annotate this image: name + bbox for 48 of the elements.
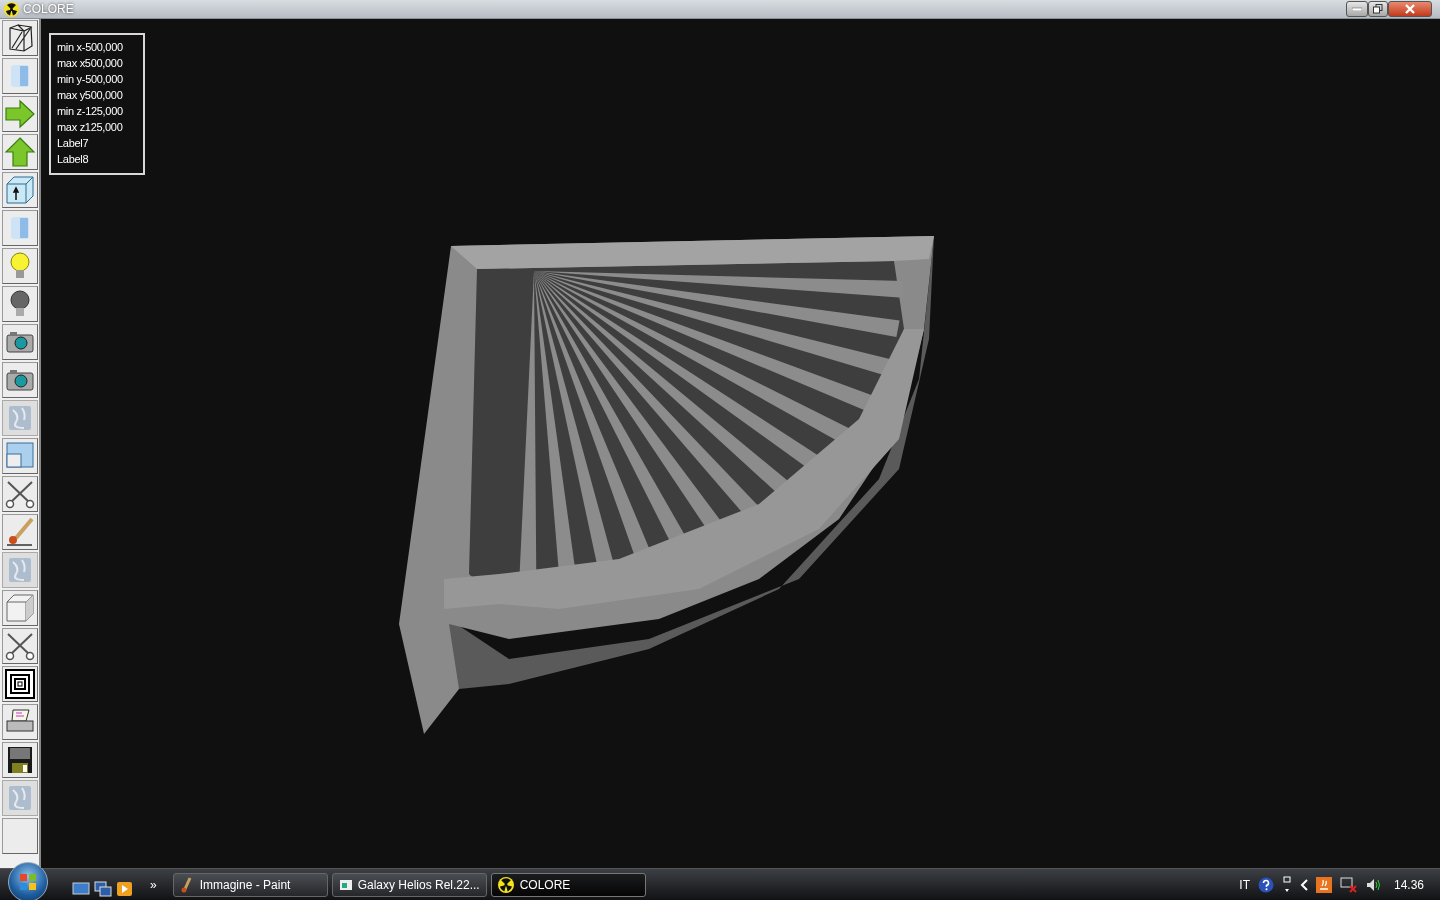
radiation-icon bbox=[497, 876, 514, 893]
taskbar-button[interactable]: Immagine - Paint bbox=[172, 872, 328, 897]
info-line: max z125,000 bbox=[57, 120, 124, 135]
toolbar-button[interactable] bbox=[2, 476, 38, 512]
windows-logo bbox=[18, 872, 38, 893]
minimize-button[interactable] bbox=[1346, 1, 1368, 17]
toolbar-button[interactable] bbox=[2, 172, 38, 208]
java-icon[interactable] bbox=[1315, 876, 1332, 893]
paintbrush-icon bbox=[179, 876, 194, 893]
document-icon bbox=[338, 877, 352, 892]
network-error-icon[interactable] bbox=[1339, 876, 1358, 893]
info-line: min y-500,000 bbox=[57, 72, 124, 87]
close-icon bbox=[1404, 4, 1416, 14]
minimize-icon bbox=[1352, 7, 1362, 11]
toolbar-button[interactable] bbox=[2, 628, 38, 664]
restore-icon bbox=[1373, 4, 1383, 14]
help-icon[interactable] bbox=[1257, 876, 1274, 893]
info-line: Label7 bbox=[57, 136, 90, 151]
cube-icon bbox=[4, 592, 36, 624]
concentric-squares-icon bbox=[4, 668, 36, 700]
info-line: max y500,000 bbox=[57, 88, 124, 103]
up-arrow-icon bbox=[4, 136, 36, 168]
taskbar-button[interactable]: COLORE bbox=[490, 872, 646, 897]
chevron-left-icon[interactable] bbox=[1299, 878, 1308, 891]
toolbar-button[interactable] bbox=[2, 666, 38, 702]
box-arrow-icon bbox=[4, 174, 36, 206]
toolbar-button[interactable] bbox=[2, 742, 38, 778]
paintbrush-icon bbox=[4, 516, 36, 548]
language-indicator[interactable]: IT bbox=[1239, 875, 1250, 894]
close-button[interactable] bbox=[1388, 1, 1432, 17]
toolbar-button[interactable] bbox=[2, 20, 38, 56]
toolbar-button[interactable] bbox=[2, 362, 38, 398]
right-arrow-icon bbox=[4, 98, 36, 130]
clock[interactable]: 14.36 bbox=[1393, 875, 1424, 894]
toolbar-button[interactable] bbox=[2, 286, 38, 322]
info-line: max x500,000 bbox=[57, 56, 124, 71]
info-line: min z-125,000 bbox=[57, 104, 124, 119]
radiation-icon bbox=[4, 1, 19, 17]
window-switch-icon[interactable] bbox=[1281, 875, 1292, 894]
scissors-icon bbox=[4, 478, 36, 510]
info-line: min x-500,000 bbox=[57, 40, 124, 55]
taskbar-button[interactable]: Galaxy Helios Rel.22... bbox=[331, 872, 487, 897]
window-title: COLORE bbox=[23, 1, 75, 18]
overflow-chevron[interactable]: » bbox=[150, 875, 157, 894]
restore-button[interactable] bbox=[1368, 1, 1388, 17]
info-line: Label8 bbox=[57, 152, 90, 167]
toolbar-button[interactable] bbox=[2, 324, 38, 360]
scissors-icon bbox=[4, 630, 36, 662]
